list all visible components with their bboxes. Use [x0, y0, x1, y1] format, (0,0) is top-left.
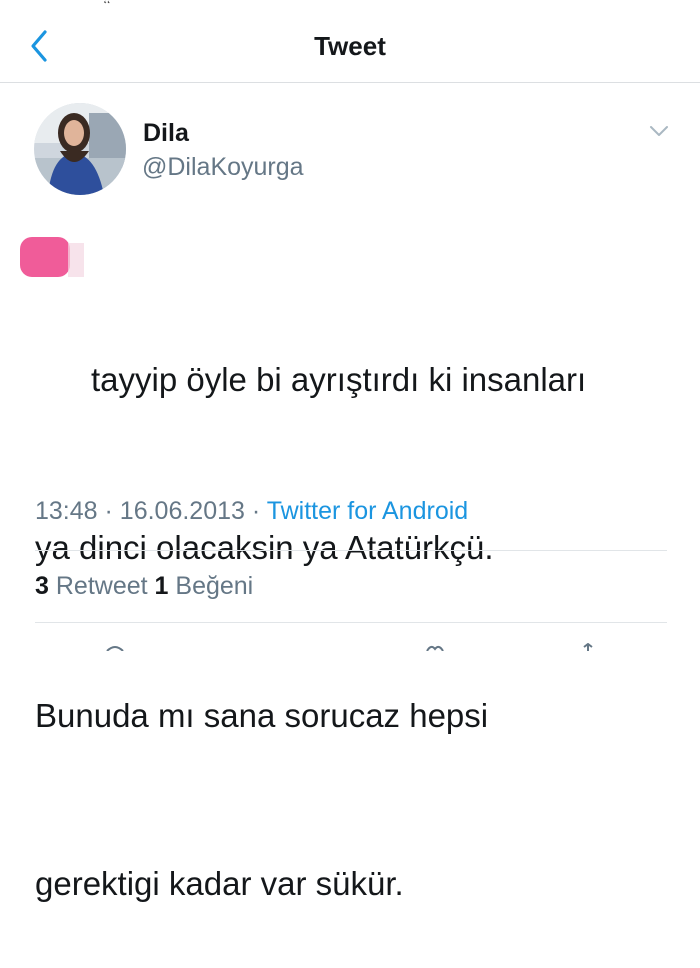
status-bar-fragment: ˛˛ [104, 0, 114, 4]
divider [35, 550, 667, 551]
tweet-text-line: Bunuda mı sana sorucaz hepsi [35, 697, 489, 734]
tweet-text: tayyip öyle bi ayrıştırdı ki insanları y… [35, 240, 675, 968]
like-label: Beğeni [175, 572, 254, 600]
meta-separator: · [104, 497, 113, 525]
tweet-stats: 3 Retweet 1 Beğeni [35, 570, 253, 602]
page-title: Tweet [314, 31, 386, 61]
like-icon[interactable] [425, 638, 445, 652]
user-handle[interactable]: @DilaKoyurga [142, 152, 304, 182]
top-navigation-bar: ˛˛ Tweet [0, 0, 700, 83]
tweet-metadata: 13:48 · 16.06.2013 · Twitter for Android [35, 495, 468, 527]
likes-stat[interactable]: 1 Beğeni [155, 572, 254, 600]
divider [35, 622, 667, 623]
tweet-time: 13:48 [35, 497, 98, 525]
display-name[interactable]: Dila [143, 118, 189, 148]
share-icon[interactable] [578, 638, 598, 651]
reply-icon[interactable] [105, 638, 125, 652]
tweet-text-line: tayyip öyle bi ayrıştırdı ki insanları [91, 361, 587, 398]
retweets-stat[interactable]: 3 Retweet [35, 572, 155, 600]
avatar[interactable] [34, 103, 126, 195]
tweet-text-line: ya dinci olacaksin ya Atatürkçü. [35, 529, 494, 566]
more-options-button[interactable] [648, 123, 670, 139]
tweet-text-line: gerektigi kadar var sükür. [35, 865, 404, 902]
chevron-down-icon [650, 126, 668, 136]
like-count: 1 [154, 572, 169, 600]
retweet-label: Retweet [55, 572, 148, 600]
retweet-count: 3 [35, 572, 49, 600]
avatar-photo [34, 103, 126, 195]
tweet-source-link[interactable]: Twitter for Android [267, 497, 468, 525]
meta-separator: · [251, 497, 261, 525]
tweet-date: 16.06.2013 [119, 497, 245, 525]
